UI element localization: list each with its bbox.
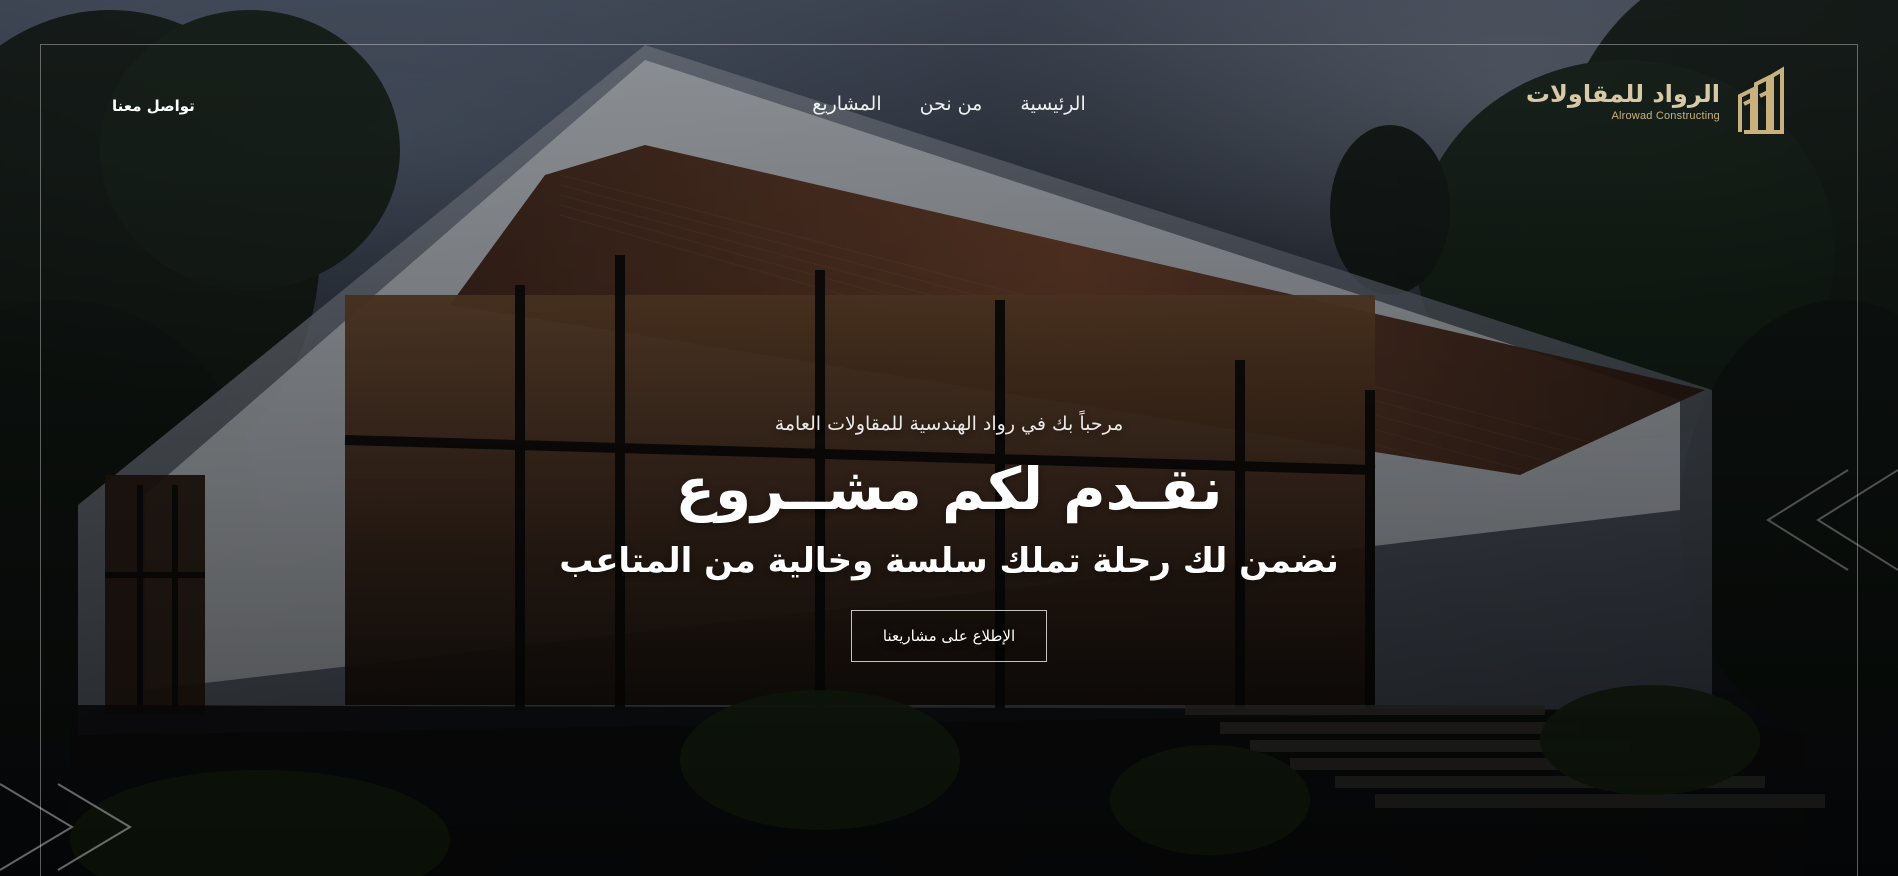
top-header: الرواد للمقاولات Alrowad Constructing ال… <box>0 0 1898 134</box>
hero-section: الرواد للمقاولات Alrowad Constructing ال… <box>0 0 1898 876</box>
hero-welcome-text: مرحباً بك في رواد الهندسية للمقاولات الع… <box>774 413 1124 435</box>
hero-content: مرحباً بك في رواد الهندسية للمقاولات الع… <box>0 408 1898 662</box>
nav-item-about[interactable]: من نحن <box>920 90 983 120</box>
double-chevron-left-icon <box>1766 469 1898 571</box>
view-projects-button[interactable]: الإطلاع على مشاريعنا <box>851 610 1047 662</box>
nav-item-projects[interactable]: المشاريع <box>812 90 881 120</box>
nav-item-home[interactable]: الرئيسية <box>1020 90 1085 120</box>
hero-title: نقـدم لكم مشــروع <box>675 455 1223 523</box>
contact-link[interactable]: تواصل معنا <box>112 96 195 116</box>
main-nav: الرئيسية من نحن المشاريع <box>0 90 1898 120</box>
hero-subtitle: نضمن لك رحلة تملك سلسة وخالية من المتاعب <box>559 541 1339 581</box>
double-chevron-right-icon <box>0 783 132 871</box>
